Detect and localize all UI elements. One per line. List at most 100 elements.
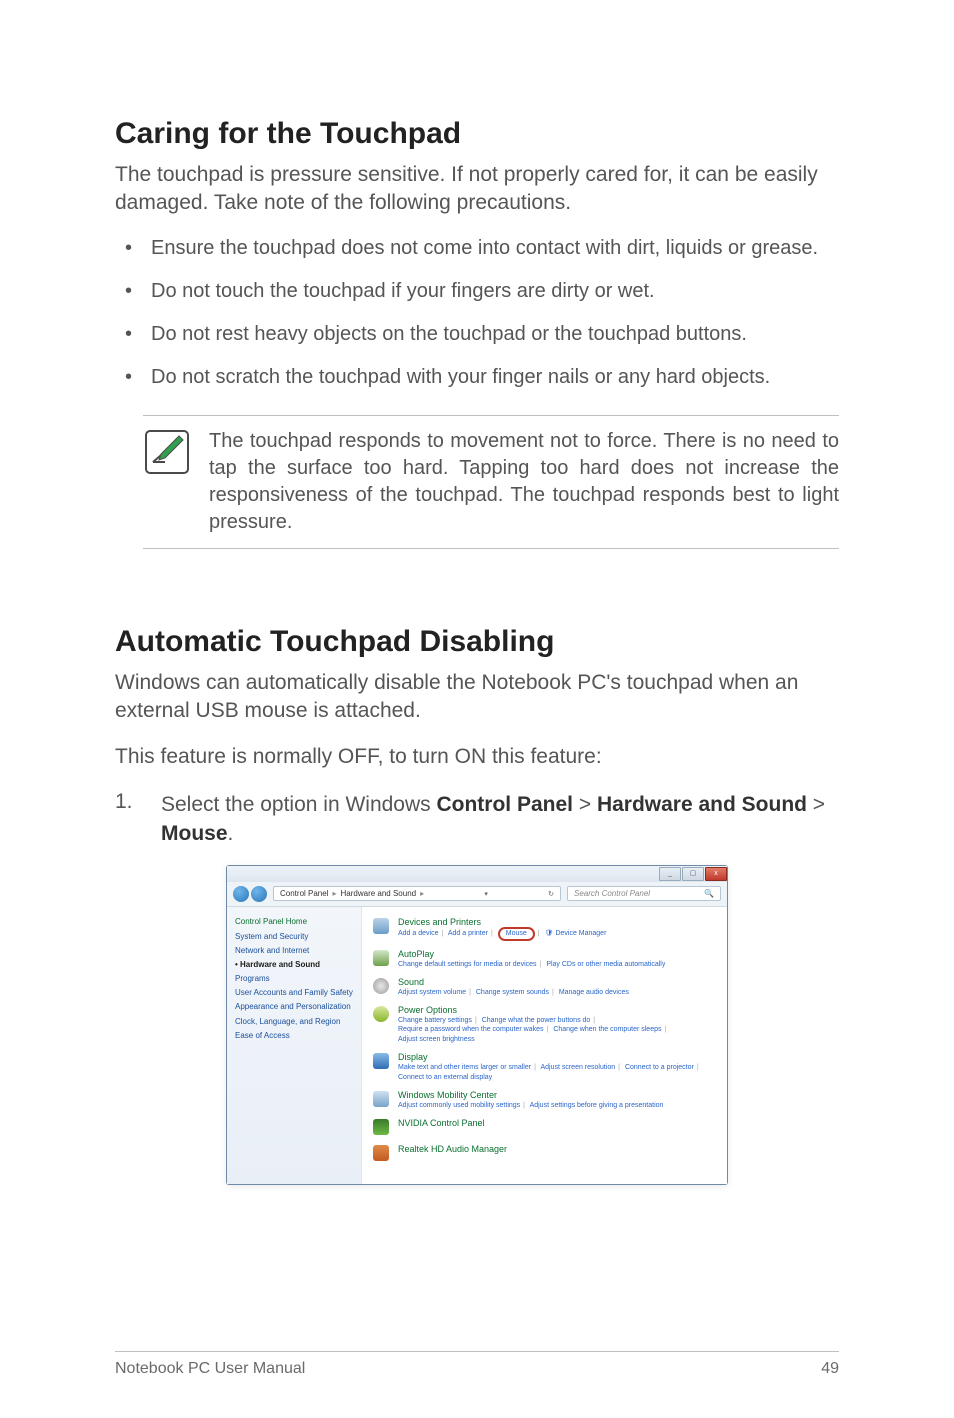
breadcrumb-sep-icon: ▸ [332, 889, 336, 898]
bullet-item: Do not touch the touchpad if your finger… [115, 278, 839, 305]
display-icon [372, 1052, 390, 1070]
sidebar-home[interactable]: Control Panel Home [235, 917, 353, 926]
sidebar-item-ease-of-access[interactable]: Ease of Access [235, 1031, 353, 1040]
link-add-printer[interactable]: Add a printer [448, 930, 488, 937]
cp-display: Display Make text and other items larger… [372, 1052, 717, 1082]
breadcrumb[interactable]: Control Panel ▸ Hardware and Sound ▸ ▾ ↻ [273, 886, 561, 901]
link-resolution[interactable]: Adjust screen resolution [540, 1064, 615, 1071]
sidebar-item-hardware-sound[interactable]: Hardware and Sound [235, 960, 353, 969]
step-pre: Select the option in Windows [161, 793, 436, 816]
link-projector[interactable]: Connect to a projector [625, 1064, 694, 1071]
link-require-password[interactable]: Require a password when the computer wak… [398, 1026, 544, 1033]
cp-mobility-center: Windows Mobility Center Adjust commonly … [372, 1090, 717, 1110]
sidebar-item-user-accounts[interactable]: User Accounts and Family Safety [235, 988, 353, 997]
section1-intro: The touchpad is pressure sensitive. If n… [115, 161, 839, 218]
sidebar: Control Panel Home System and Security N… [227, 907, 362, 1185]
mobility-icon [372, 1090, 390, 1108]
link-text-size[interactable]: Make text and other items larger or smal… [398, 1064, 531, 1071]
realtek-icon [372, 1144, 390, 1162]
search-icon: 🔍 [704, 889, 714, 898]
cp-title-power[interactable]: Power Options [398, 1005, 669, 1016]
step-bold-mouse: Mouse [161, 822, 228, 845]
page-number: 49 [821, 1360, 839, 1378]
cp-devices-printers: Devices and Printers Add a device| Add a… [372, 917, 717, 941]
power-icon [372, 1005, 390, 1023]
crumb-hardware-sound[interactable]: Hardware and Sound [341, 889, 417, 898]
sidebar-item-network-internet[interactable]: Network and Internet [235, 946, 353, 955]
cp-title-realtek[interactable]: Realtek HD Audio Manager [398, 1144, 507, 1155]
back-button[interactable] [233, 886, 249, 902]
cp-title-display[interactable]: Display [398, 1052, 702, 1063]
bullet-item: Ensure the touchpad does not come into c… [115, 235, 839, 262]
section2-intro2: This feature is normally OFF, to turn ON… [115, 743, 839, 771]
autoplay-icon [372, 949, 390, 967]
sidebar-item-programs[interactable]: Programs [235, 974, 353, 983]
search-input[interactable]: Search Control Panel 🔍 [567, 886, 721, 901]
sidebar-item-system-security[interactable]: System and Security [235, 932, 353, 941]
forward-button[interactable] [251, 886, 267, 902]
step-1: 1. Select the option in Windows Control … [115, 790, 839, 849]
link-system-sounds[interactable]: Change system sounds [476, 989, 549, 996]
sidebar-item-appearance[interactable]: Appearance and Personalization [235, 1002, 353, 1011]
step-gt: > [807, 793, 825, 816]
minimize-button[interactable]: _ [659, 867, 681, 881]
sound-icon [372, 977, 390, 995]
cp-nvidia: NVIDIA Control Panel [372, 1118, 717, 1136]
nvidia-icon [372, 1118, 390, 1136]
link-device-manager[interactable]: Device Manager [555, 930, 606, 937]
address-dropdown-icon[interactable]: ▾ [484, 890, 488, 898]
section-heading-auto-disable: Automatic Touchpad Disabling [115, 623, 839, 661]
bullet-item: Do not rest heavy objects on the touchpa… [115, 321, 839, 348]
nav-arrows [233, 886, 267, 902]
step-text: Select the option in Windows Control Pan… [161, 790, 839, 849]
note-text: The touchpad responds to movement not to… [209, 428, 839, 536]
devices-printers-icon [372, 917, 390, 935]
link-add-device[interactable]: Add a device [398, 930, 438, 937]
link-presentation-settings[interactable]: Adjust settings before giving a presenta… [530, 1102, 664, 1109]
step-number: 1. [115, 790, 143, 849]
note-block: The touchpad responds to movement not to… [143, 415, 839, 549]
bullet-item: Do not scratch the touchpad with your fi… [115, 364, 839, 391]
sidebar-item-clock-language[interactable]: Clock, Language, and Region [235, 1017, 353, 1026]
refresh-icon[interactable]: ↻ [548, 890, 554, 898]
cp-title-sound[interactable]: Sound [398, 977, 629, 988]
step-bold-control-panel: Control Panel [436, 793, 573, 816]
window-buttons: _ ▢ x [659, 867, 727, 881]
crumb-control-panel[interactable]: Control Panel [280, 889, 328, 898]
cp-realtek: Realtek HD Audio Manager [372, 1144, 717, 1162]
maximize-button[interactable]: ▢ [682, 867, 704, 881]
cp-autoplay: AutoPlay Change default settings for med… [372, 949, 717, 969]
cp-title-nvidia[interactable]: NVIDIA Control Panel [398, 1118, 485, 1129]
cp-title-devices[interactable]: Devices and Printers [398, 917, 606, 928]
link-battery[interactable]: Change battery settings [398, 1017, 472, 1024]
link-play-cds[interactable]: Play CDs or other media automatically [546, 961, 665, 968]
link-audio-devices[interactable]: Manage audio devices [559, 989, 629, 996]
address-bar: Control Panel ▸ Hardware and Sound ▸ ▾ ↻… [227, 882, 727, 907]
control-panel-window: _ ▢ x Control Panel ▸ Hardware and Sound [226, 865, 728, 1186]
step-bold-hardware-sound: Hardware and Sound [597, 793, 807, 816]
step-gt: > [573, 793, 597, 816]
window-titlebar: _ ▢ x [227, 866, 727, 882]
step-dot: . [228, 822, 234, 845]
section2-intro1: Windows can automatically disable the No… [115, 669, 839, 726]
link-mouse-highlighted[interactable]: Mouse [498, 927, 535, 940]
cp-sound: Sound Adjust system volume| Change syste… [372, 977, 717, 997]
cp-title-autoplay[interactable]: AutoPlay [398, 949, 665, 960]
touchpad-precautions-list: Ensure the touchpad does not come into c… [115, 235, 839, 391]
link-screen-brightness[interactable]: Adjust screen brightness [398, 1036, 475, 1043]
link-external-display[interactable]: Connect to an external display [398, 1074, 492, 1081]
main-content: Devices and Printers Add a device| Add a… [362, 907, 727, 1185]
link-system-volume[interactable]: Adjust system volume [398, 989, 466, 996]
page-footer: Notebook PC User Manual 49 [115, 1351, 839, 1378]
link-computer-sleeps[interactable]: Change when the computer sleeps [553, 1026, 661, 1033]
link-autoplay-defaults[interactable]: Change default settings for media or dev… [398, 961, 537, 968]
search-placeholder: Search Control Panel [574, 889, 650, 898]
breadcrumb-sep-icon: ▸ [420, 889, 424, 898]
shield-icon: 🛡 [545, 930, 554, 937]
cp-title-mobility[interactable]: Windows Mobility Center [398, 1090, 663, 1101]
link-power-buttons[interactable]: Change what the power buttons do [482, 1017, 591, 1024]
close-button[interactable]: x [705, 867, 727, 881]
cp-power-options: Power Options Change battery settings| C… [372, 1005, 717, 1044]
link-mobility-settings[interactable]: Adjust commonly used mobility settings [398, 1102, 520, 1109]
note-icon [143, 428, 191, 536]
